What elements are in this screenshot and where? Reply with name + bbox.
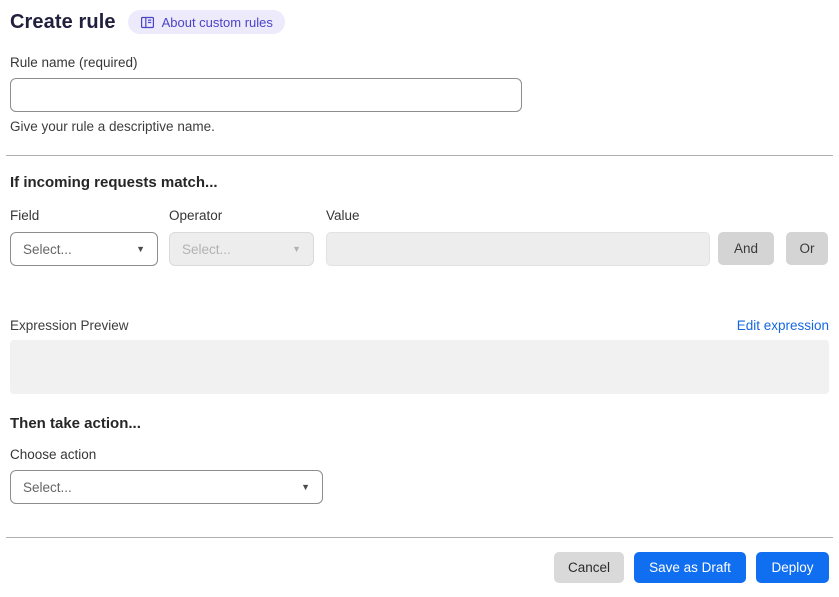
chevron-down-icon: ▼ [292, 244, 301, 254]
chevron-down-icon: ▼ [301, 482, 310, 492]
choose-action-label: Choose action [10, 447, 97, 462]
rule-name-helper-text: Give your rule a descriptive name. [10, 119, 215, 134]
create-rule-page: Create rule About custom rules Rule name… [0, 0, 839, 583]
match-section-heading: If incoming requests match... [10, 174, 218, 191]
value-column: Value [314, 208, 710, 266]
about-custom-rules-link[interactable]: About custom rules [127, 10, 285, 34]
choose-action-select-value: Select... [23, 479, 72, 495]
footer-actions: Cancel Save as Draft Deploy [10, 552, 829, 583]
field-select-value: Select... [23, 241, 72, 257]
about-badge-label: About custom rules [161, 14, 273, 30]
and-button[interactable]: And [718, 232, 774, 265]
operator-column: Operator Select... ▼ [158, 208, 314, 266]
field-select[interactable]: Select... ▼ [10, 232, 158, 266]
expression-preview-box [10, 340, 829, 394]
field-label: Field [10, 208, 40, 223]
condition-row: Field Select... ▼ Operator Select... ▼ V… [10, 208, 829, 266]
book-icon [140, 15, 155, 30]
page-title: Create rule [10, 10, 116, 33]
rule-name-label: Rule name (required) [10, 55, 138, 70]
expression-preview-label: Expression Preview [10, 318, 129, 333]
deploy-button[interactable]: Deploy [756, 552, 829, 583]
chevron-down-icon: ▼ [136, 244, 145, 254]
or-button[interactable]: Or [786, 232, 828, 265]
page-header: Create rule About custom rules [10, 9, 829, 35]
footer-divider [6, 537, 833, 538]
value-label: Value [326, 208, 360, 223]
choose-action-select[interactable]: Select... ▼ [10, 470, 323, 504]
save-as-draft-button[interactable]: Save as Draft [634, 552, 746, 583]
section-divider-top [6, 155, 833, 156]
field-column: Field Select... ▼ [10, 208, 158, 266]
action-section-heading: Then take action... [10, 415, 141, 432]
cancel-button[interactable]: Cancel [554, 552, 624, 583]
operator-label: Operator [169, 208, 223, 223]
operator-select-value: Select... [182, 241, 231, 257]
value-input[interactable] [326, 232, 710, 266]
edit-expression-link[interactable]: Edit expression [737, 318, 829, 333]
expression-preview-header: Expression Preview Edit expression [10, 318, 829, 333]
rule-name-input[interactable] [10, 78, 522, 112]
operator-select[interactable]: Select... ▼ [169, 232, 314, 266]
